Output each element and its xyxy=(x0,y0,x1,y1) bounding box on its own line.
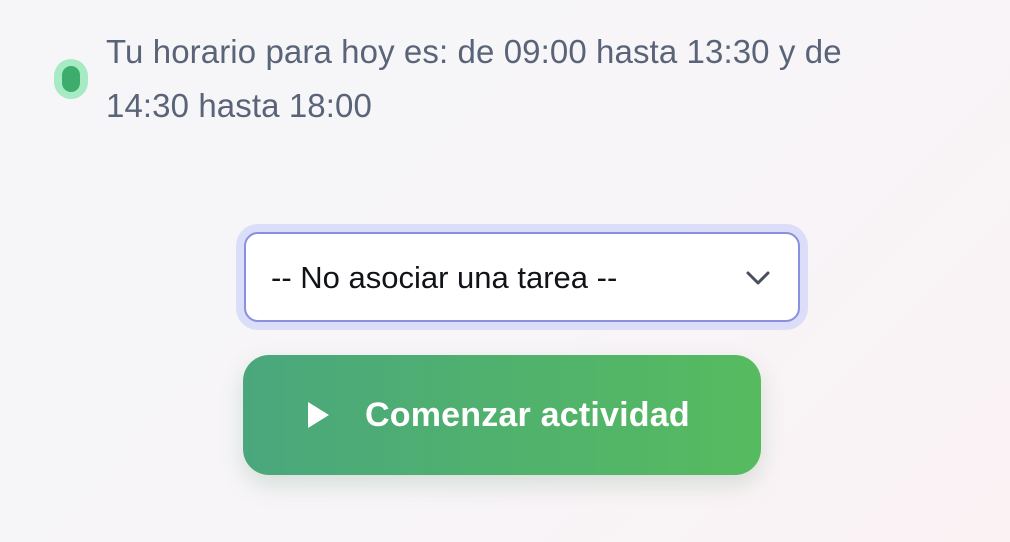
chevron-down-icon xyxy=(746,271,770,285)
task-select-box[interactable]: -- No asociar una tarea -- xyxy=(244,232,800,322)
schedule-line-1: Tu horario para hoy es: de 09:00 hasta 1… xyxy=(106,33,842,70)
schedule-text: Tu horario para hoy es: de 09:00 hasta 1… xyxy=(106,25,986,133)
schedule-line-2: 14:30 hasta 18:00 xyxy=(106,87,372,124)
task-select-value: -- No asociar una tarea -- xyxy=(271,260,618,295)
task-select[interactable]: -- No asociar una tarea -- xyxy=(236,224,808,330)
schedule-info: Tu horario para hoy es: de 09:00 hasta 1… xyxy=(0,0,1010,150)
play-icon xyxy=(308,402,329,428)
status-indicator-icon xyxy=(54,59,88,99)
start-activity-label: Comenzar actividad xyxy=(365,396,690,434)
status-indicator-core xyxy=(62,66,80,92)
